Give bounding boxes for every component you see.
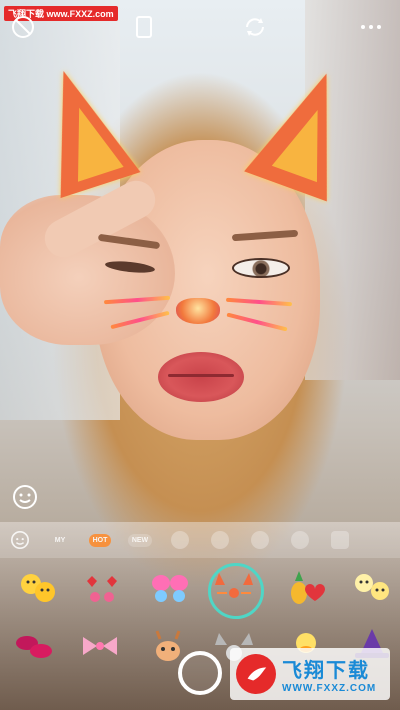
pineapple-heart-sticker xyxy=(291,571,325,604)
face-edit-icon xyxy=(11,531,29,549)
tab-dog[interactable] xyxy=(200,522,240,558)
watermark-url: WWW.FXXZ.COM xyxy=(282,683,377,694)
sparkle-bow-sticker xyxy=(83,637,117,655)
sticker-lips[interactable] xyxy=(12,626,56,666)
sticker-chick-pair[interactable] xyxy=(350,568,394,608)
more-icon[interactable] xyxy=(358,14,384,40)
top-bar: 飞翔下载 www.FXXZ.com xyxy=(0,0,400,52)
cat-face-icon xyxy=(171,531,189,549)
watermark-logo-icon xyxy=(236,654,276,694)
lips xyxy=(158,352,244,402)
tab-raccoon[interactable] xyxy=(240,522,280,558)
tab-my-label: MY xyxy=(54,536,66,544)
tab-new-label: NEW xyxy=(127,533,153,547)
tab-my[interactable]: MY xyxy=(40,522,80,558)
beauty-face-icon[interactable] xyxy=(12,484,38,510)
right-eye xyxy=(232,258,290,278)
tab-favorites[interactable] xyxy=(0,522,40,558)
watermark-title: 飞翔下载 xyxy=(282,658,370,682)
cat-nose xyxy=(176,298,220,324)
emoji-pair-sticker xyxy=(21,574,55,602)
sticker-sparkle-bow[interactable] xyxy=(78,626,122,666)
aspect-ratio-icon[interactable] xyxy=(131,14,157,40)
red-heart-glasses-sticker xyxy=(87,576,117,602)
more-tab-icon xyxy=(331,531,349,549)
tab-more[interactable] xyxy=(320,522,360,558)
sticker-category-tabs: MY HOT NEW xyxy=(0,522,400,558)
camera-switch-icon[interactable] xyxy=(242,14,268,40)
lips-sticker xyxy=(16,636,52,658)
sparkle-cat-sticker xyxy=(215,573,253,598)
timer-off-icon[interactable] xyxy=(10,14,36,40)
sticker-butterfly[interactable] xyxy=(148,568,192,608)
chick-pair-sticker xyxy=(355,574,389,600)
sticker-pineapple-heart[interactable] xyxy=(284,568,328,608)
sticker-red-heart-glasses[interactable] xyxy=(80,568,124,608)
tab-new[interactable]: NEW xyxy=(120,522,160,558)
butterfly-sticker xyxy=(152,575,188,602)
monster-icon xyxy=(291,531,309,549)
tab-hot[interactable]: HOT xyxy=(80,522,120,558)
raccoon-icon xyxy=(251,531,269,549)
tab-cat[interactable] xyxy=(160,522,200,558)
tab-monster[interactable] xyxy=(280,522,320,558)
lips-line xyxy=(168,374,234,377)
dog-face-icon xyxy=(211,531,229,549)
tab-hot-label: HOT xyxy=(88,533,112,547)
shutter-button[interactable] xyxy=(178,651,222,695)
watermark-bottom: 飞翔下载 WWW.FXXZ.COM xyxy=(230,648,390,700)
sticker-emoji-pair[interactable] xyxy=(16,568,60,608)
sticker-sparkle-cat[interactable] xyxy=(208,563,264,619)
